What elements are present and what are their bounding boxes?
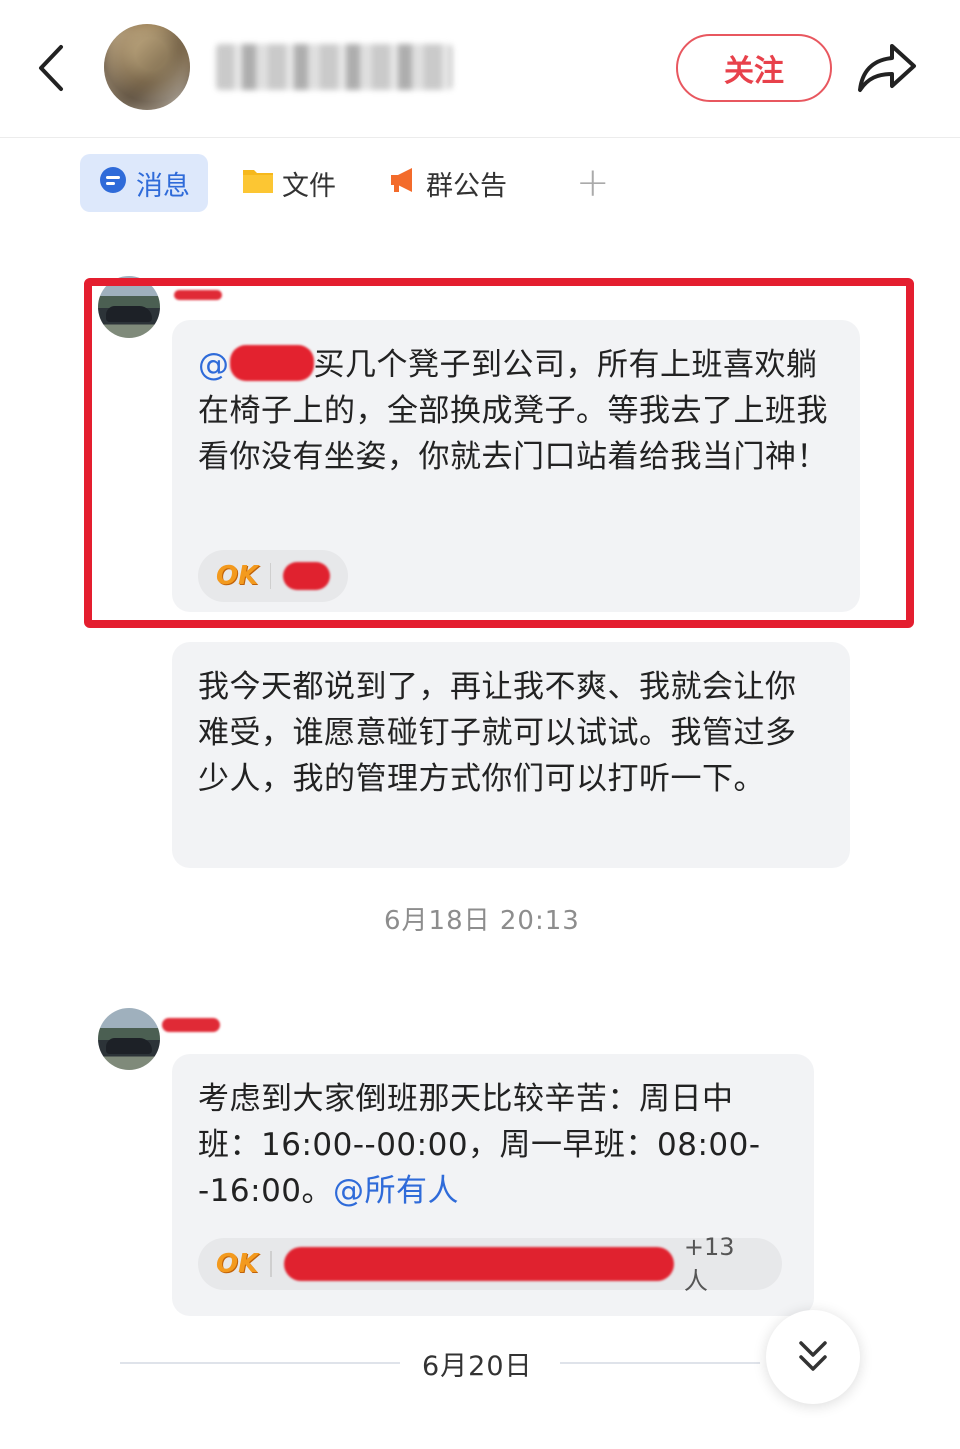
tab-files-label: 文件 bbox=[282, 170, 336, 202]
ok-emoji-icon: OK bbox=[216, 1249, 259, 1279]
mention-all[interactable]: @所有人 bbox=[333, 1173, 459, 1209]
message-bubble[interactable]: 我今天都说到了，再让我不爽、我就会让你难受，谁愿意碰钉子就可以试试。我管过多少人… bbox=[172, 642, 850, 868]
tab-messages-label: 消息 bbox=[136, 170, 190, 202]
date-divider: 6月20日 bbox=[120, 1340, 840, 1384]
megaphone-icon bbox=[388, 166, 418, 201]
message-timestamp: 6月18日 20:13 bbox=[384, 906, 580, 936]
group-name-redacted bbox=[216, 44, 452, 90]
sender-avatar[interactable] bbox=[98, 1008, 160, 1070]
message-text: 我今天都说到了，再让我不爽、我就会让你难受，谁愿意碰钉子就可以试试。我管过多少人… bbox=[198, 669, 797, 797]
share-button[interactable] bbox=[854, 38, 920, 98]
chevron-left-icon bbox=[39, 45, 63, 91]
reaction-chip[interactable]: OK +13 人 bbox=[198, 1233, 782, 1295]
follow-button[interactable]: 关注 bbox=[676, 34, 832, 102]
reactors-redacted bbox=[284, 1247, 674, 1281]
chat-header: 关注 bbox=[0, 0, 960, 138]
reaction-separator bbox=[270, 1251, 273, 1277]
tab-messages[interactable]: 消息 bbox=[80, 154, 208, 212]
tab-announcement[interactable]: 群公告 bbox=[388, 154, 507, 212]
double-chevron-down-icon bbox=[799, 1341, 827, 1371]
highlight-annotation bbox=[84, 278, 914, 628]
group-avatar[interactable] bbox=[104, 24, 190, 110]
back-button[interactable] bbox=[28, 38, 74, 98]
sender-name-redacted bbox=[162, 1018, 220, 1032]
tab-files[interactable]: 文件 bbox=[242, 154, 336, 212]
divider-date: 6月20日 bbox=[422, 1351, 533, 1382]
reaction-count: +13 人 bbox=[683, 1232, 735, 1295]
tab-announcement-label: 群公告 bbox=[426, 170, 507, 202]
add-tab-button[interactable]: + bbox=[576, 154, 610, 212]
share-arrow-icon bbox=[858, 44, 916, 92]
divider-line-left bbox=[120, 1362, 400, 1364]
message-bubble-icon bbox=[98, 165, 128, 202]
message-text: 考虑到大家倒班那天比较辛苦：周日中班：16:00--00:00，周一早班：08:… bbox=[198, 1081, 761, 1209]
tab-bar: 消息 文件 群公告 + bbox=[0, 148, 960, 224]
folder-icon bbox=[242, 166, 274, 201]
divider-line-right bbox=[560, 1362, 760, 1364]
scroll-to-bottom-button[interactable] bbox=[766, 1310, 860, 1404]
